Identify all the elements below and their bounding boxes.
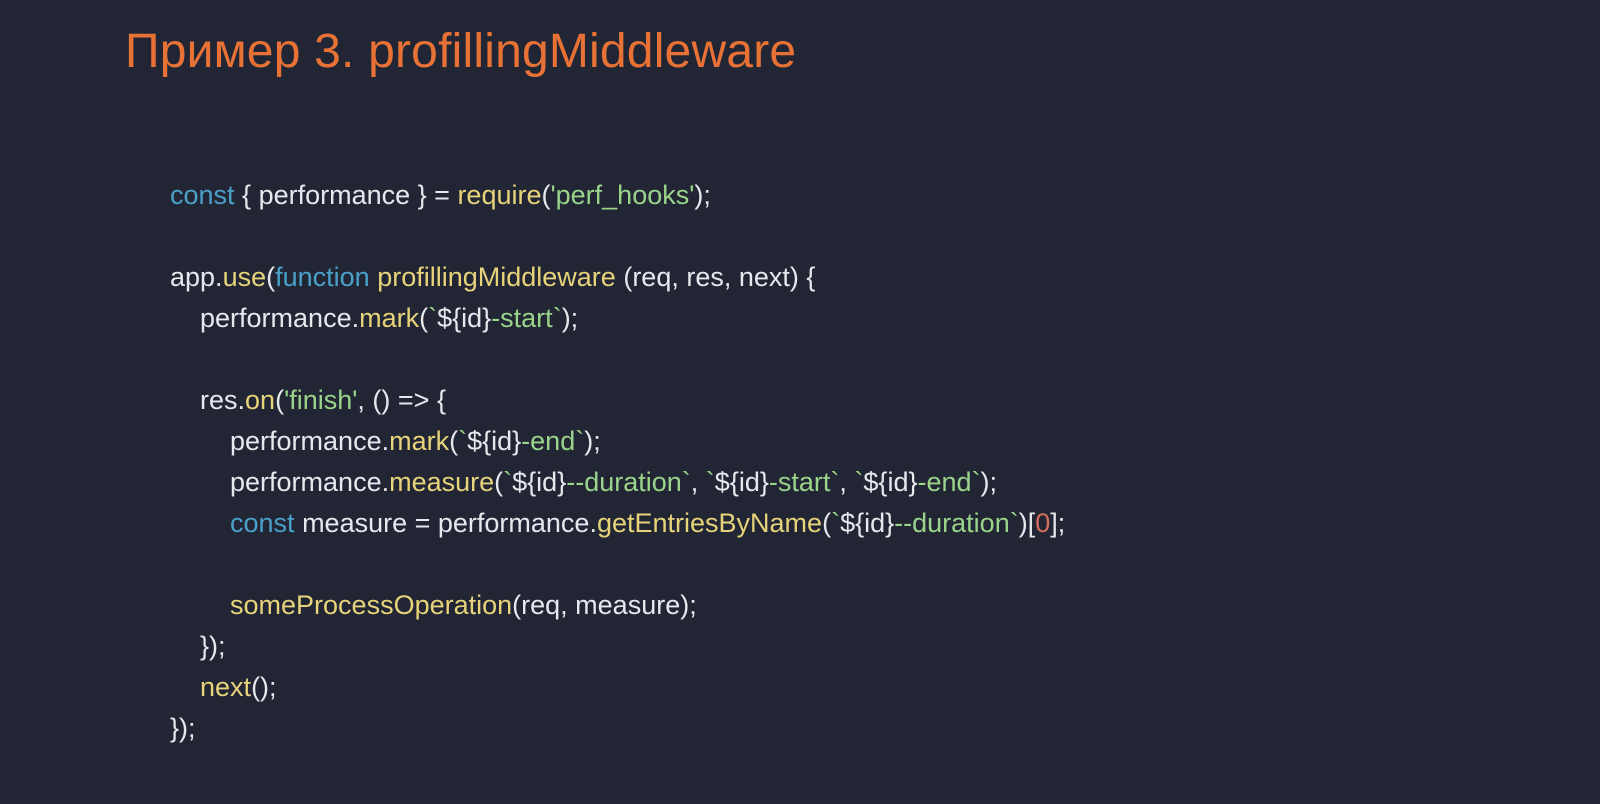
token-string: -end <box>917 467 971 497</box>
token-string: 'finish' <box>284 385 357 415</box>
token-pad <box>170 672 200 702</box>
token-fn: use <box>223 262 267 292</box>
token-backtick: ` <box>682 467 691 497</box>
code-line: performance.measure(`${id}--duration`, `… <box>170 467 997 497</box>
token-text: ( <box>449 426 458 456</box>
token-text: measure = performance. <box>295 508 597 538</box>
token-text: , <box>839 467 854 497</box>
token-interp: ${id} <box>512 467 566 497</box>
token-text: res. <box>200 385 245 415</box>
code-line: someProcessOperation(req, measure); <box>170 590 697 620</box>
token-fn: next <box>200 672 251 702</box>
token-text: , <box>691 467 706 497</box>
token-text: ); <box>694 180 711 210</box>
token-keyword: const <box>230 508 295 538</box>
token-string: 'perf_hooks' <box>550 180 694 210</box>
token-text: ); <box>981 467 998 497</box>
token-backtick: ` <box>553 303 562 333</box>
token-interp: ${id} <box>467 426 521 456</box>
token-text: performance. <box>230 426 389 456</box>
token-text: (); <box>251 672 276 702</box>
token-text: ( <box>275 385 284 415</box>
token-backtick: ` <box>503 467 512 497</box>
token-text: ); <box>562 303 579 333</box>
token-number: 0 <box>1035 508 1050 538</box>
slide: Пример 3. profillingMiddleware const { p… <box>0 0 1600 804</box>
code-line: performance.mark(`${id}-end`); <box>170 426 601 456</box>
token-string: --duration <box>894 508 1010 538</box>
code-line: app.use(function profillingMiddleware (r… <box>170 262 815 292</box>
token-text: ]; <box>1050 508 1065 538</box>
token-text: (req, measure); <box>512 590 697 620</box>
token-pad <box>170 426 230 456</box>
token-fn: require <box>457 180 541 210</box>
token-text: ( <box>494 467 503 497</box>
code-line: next(); <box>170 672 277 702</box>
code-line: res.on('finish', () => { <box>170 385 446 415</box>
token-interp: ${id} <box>863 467 917 497</box>
token-pad <box>170 385 200 415</box>
token-interp: ${id} <box>715 467 769 497</box>
token-fn: on <box>245 385 275 415</box>
token-text: ( <box>266 262 275 292</box>
token-fn: profillingMiddleware <box>377 262 616 292</box>
token-fn: mark <box>359 303 419 333</box>
token-string: -start <box>769 467 831 497</box>
token-pad <box>170 631 200 661</box>
token-text: ( <box>822 508 831 538</box>
token-string: --duration <box>566 467 682 497</box>
code-line: const measure = performance.getEntriesBy… <box>170 508 1065 538</box>
token-fn: mark <box>389 426 449 456</box>
token-text: ( <box>419 303 428 333</box>
token-text: ); <box>584 426 601 456</box>
code-line: }); <box>170 631 226 661</box>
token-backtick: ` <box>831 508 840 538</box>
token-backtick: ` <box>575 426 584 456</box>
token-pad <box>170 467 230 497</box>
token-backtick: ` <box>428 303 437 333</box>
token-fn: someProcessOperation <box>230 590 512 620</box>
token-fn: getEntriesByName <box>597 508 822 538</box>
code-line: }); <box>170 713 196 743</box>
token-keyword: const <box>170 180 235 210</box>
token-text: )[ <box>1019 508 1036 538</box>
token-text: performance. <box>230 467 389 497</box>
token-string: -end <box>521 426 575 456</box>
token-pad <box>170 303 200 333</box>
token-text: (req, res, next) { <box>616 262 816 292</box>
token-pad <box>170 508 230 538</box>
token-keyword: function <box>275 262 370 292</box>
slide-title: Пример 3. profillingMiddleware <box>125 24 796 79</box>
token-text: performance. <box>200 303 359 333</box>
token-pad <box>170 590 230 620</box>
token-text: app. <box>170 262 223 292</box>
token-string: -start <box>491 303 553 333</box>
token-text: }); <box>170 713 196 743</box>
token-backtick: ` <box>1010 508 1019 538</box>
token-text: }); <box>200 631 226 661</box>
code-block: const { performance } = require ( 'perf_ho… <box>170 175 1065 749</box>
token-text: , () => { <box>357 385 446 415</box>
code-line: const { performance } = require('perf_ho… <box>170 180 711 210</box>
token-interp: ${id} <box>840 508 894 538</box>
token-text: { performance } = <box>235 180 458 210</box>
token-backtick: ` <box>972 467 981 497</box>
token-interp: ${id} <box>437 303 491 333</box>
token-backtick: ` <box>458 426 467 456</box>
token-fn: measure <box>389 467 494 497</box>
code-line: performance.mark(`${id}-start`); <box>170 303 578 333</box>
token-backtick: ` <box>706 467 715 497</box>
